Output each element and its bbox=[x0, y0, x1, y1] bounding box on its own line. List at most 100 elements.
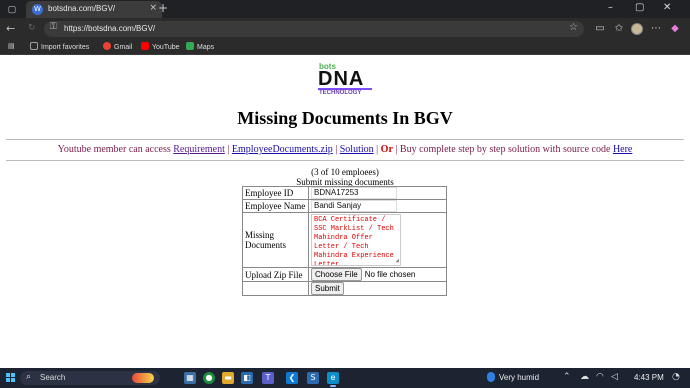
row-upload: Upload Zip File Choose File No file chose… bbox=[242, 267, 447, 282]
windows-logo-pane bbox=[11, 373, 15, 377]
close-tab-icon[interactable]: × bbox=[149, 3, 157, 13]
missing-documents-label: Missing Documents bbox=[242, 212, 309, 268]
windows-logo-pane bbox=[6, 378, 10, 382]
bookmarks-bar: ▤ Import favorites Gmail YouTube Maps bbox=[0, 40, 690, 55]
browser-tab-bar: ▢ W botsdna.com/BGV/ × + – ▢ ✕ bbox=[0, 0, 690, 18]
weather-drop-icon bbox=[487, 372, 495, 382]
url-text: https://botsdna.com/BGV/ bbox=[64, 24, 156, 33]
search-label: Search bbox=[40, 373, 66, 382]
close-window-icon[interactable]: ✕ bbox=[663, 2, 671, 13]
windows-logo-pane bbox=[6, 373, 10, 377]
missing-documents-form: Employee ID BDNA17253 Employee Name Band… bbox=[242, 186, 447, 296]
separator: | bbox=[224, 144, 232, 155]
tray-overflow-icon[interactable]: ⌃ bbox=[563, 372, 571, 382]
missing-documents-textarea[interactable]: BCA Certificate / SSC MarkList / Tech Ma… bbox=[311, 214, 401, 266]
taskbar-clock[interactable]: 4:43 PM bbox=[634, 373, 664, 382]
maps-icon bbox=[186, 42, 194, 50]
youtube-icon bbox=[141, 42, 149, 50]
refresh-icon[interactable]: ↻ bbox=[28, 23, 36, 33]
here-link[interactable]: Here bbox=[613, 144, 632, 155]
file-explorer-icon[interactable]: ▬ bbox=[222, 372, 234, 384]
windows-taskbar: ⌕ Search ▦ ● ▬ ◧ T ❮ S e Very humid ⌃ ☁ … bbox=[0, 368, 690, 388]
weather-widget[interactable]: Very humid bbox=[487, 372, 539, 382]
cloud-icon[interactable]: ☁ bbox=[580, 372, 589, 382]
store-icon[interactable]: ◧ bbox=[241, 372, 253, 384]
page-title: Missing Documents In BGV bbox=[237, 108, 453, 128]
profile-avatar[interactable] bbox=[631, 23, 643, 35]
bookmark-import-favorites[interactable]: Import favorites bbox=[30, 42, 89, 51]
bookmark-gmail[interactable]: Gmail bbox=[103, 42, 132, 51]
missing-documents-text: BCA Certificate / SSC MarkList / Tech Ma… bbox=[314, 216, 394, 266]
split-screen-icon[interactable]: ▭ bbox=[594, 23, 606, 35]
wifi-icon[interactable]: ◠ bbox=[596, 372, 604, 382]
search-icon: ⌕ bbox=[26, 372, 32, 382]
divider-top bbox=[6, 139, 684, 140]
submit-button[interactable]: Submit bbox=[311, 282, 344, 295]
employee-id-cell: BDNA17253 bbox=[308, 186, 447, 200]
address-bar-row: ← ↻ ⚿ https://botsdna.com/BGV/ ☆ ▭ ✩ ⋯ ◆ bbox=[0, 18, 690, 40]
favorite-star-icon[interactable]: ☆ bbox=[569, 22, 578, 33]
employee-count: (3 of 10 emploees) bbox=[311, 167, 379, 177]
wordpress-favicon-icon: W bbox=[32, 4, 43, 15]
url-field[interactable]: ⚿ https://botsdna.com/BGV/ ☆ bbox=[44, 21, 584, 37]
task-view-icon[interactable]: ▦ bbox=[184, 372, 196, 384]
more-menu-icon[interactable]: ⋯ bbox=[650, 23, 662, 35]
weather-text: Very humid bbox=[499, 373, 540, 382]
row-missing-documents: Missing Documents BCA Certificate / SSC … bbox=[242, 212, 447, 268]
notification-bell-icon[interactable]: ◔ bbox=[672, 372, 680, 382]
taskbar-search[interactable]: ⌕ Search bbox=[20, 371, 160, 385]
employee-id-field[interactable]: BDNA17253 bbox=[311, 187, 397, 199]
row-employee-name: Employee Name Bandi Sanjay bbox=[242, 199, 447, 213]
chrome-icon[interactable]: ● bbox=[203, 372, 215, 384]
employee-name-label: Employee Name bbox=[242, 199, 309, 213]
maximize-icon[interactable]: ▢ bbox=[635, 2, 644, 13]
lock-icon: ⚿ bbox=[50, 22, 57, 32]
teams-icon[interactable]: T bbox=[262, 372, 274, 384]
employee-id-label: Employee ID bbox=[242, 186, 309, 200]
requirement-link[interactable]: Requirement bbox=[173, 144, 225, 155]
row-employee-id: Employee ID BDNA17253 bbox=[242, 186, 447, 200]
divider-bottom bbox=[6, 160, 684, 161]
submit-cell: Submit bbox=[308, 281, 447, 296]
separator: | bbox=[332, 144, 340, 155]
workspaces-icon[interactable]: ▢ bbox=[6, 3, 18, 15]
employee-name-field[interactable]: Bandi Sanjay bbox=[311, 200, 397, 212]
botsdna-logo: bots DNA TECHNOLOGY bbox=[318, 62, 374, 96]
minimize-icon[interactable]: – bbox=[608, 2, 613, 13]
youtube-member-text: Youtube member can access bbox=[57, 144, 174, 155]
buy-solution-text: Buy complete step by step solution with … bbox=[399, 144, 613, 155]
studio-icon[interactable]: S bbox=[307, 372, 319, 384]
copilot-icon[interactable]: ◆ bbox=[669, 23, 681, 35]
back-arrow-icon[interactable]: ← bbox=[6, 22, 15, 35]
active-app-indicator bbox=[330, 385, 336, 387]
vscode-icon[interactable]: ❮ bbox=[286, 372, 298, 384]
import-icon bbox=[30, 42, 38, 50]
favorites-icon[interactable]: ✩ bbox=[613, 23, 625, 35]
windows-logo-pane bbox=[11, 378, 15, 382]
file-status-text: No file chosen bbox=[364, 270, 416, 279]
volume-icon[interactable]: ◁ bbox=[611, 372, 618, 382]
gmail-icon bbox=[103, 42, 111, 50]
new-tab-button[interactable]: + bbox=[158, 1, 168, 15]
resize-grip-icon[interactable]: ◢ bbox=[395, 256, 399, 265]
choose-file-button[interactable]: Choose File bbox=[311, 268, 362, 281]
upload-cell: Choose File No file chosen bbox=[308, 267, 447, 282]
upload-zip-label: Upload Zip File bbox=[242, 267, 309, 282]
search-highlight-image bbox=[132, 373, 154, 383]
start-button[interactable] bbox=[6, 373, 16, 383]
bookmark-maps[interactable]: Maps bbox=[186, 42, 214, 51]
bookmark-youtube[interactable]: YouTube bbox=[141, 42, 180, 51]
employee-name-cell: Bandi Sanjay bbox=[308, 199, 447, 213]
browser-tab[interactable]: W botsdna.com/BGV/ × bbox=[26, 1, 162, 18]
tab-title: botsdna.com/BGV/ bbox=[48, 4, 116, 13]
solution-link[interactable]: Solution bbox=[340, 144, 374, 155]
collections-icon[interactable]: ▤ bbox=[8, 42, 15, 50]
or-text: Or bbox=[380, 144, 393, 155]
separator: | bbox=[392, 144, 400, 155]
employee-documents-zip-link[interactable]: EmployeeDocuments.zip bbox=[232, 144, 333, 155]
logo-technology-text: TECHNOLOGY bbox=[319, 90, 362, 96]
resource-links-line: Youtube member can access Requirement | … bbox=[0, 144, 690, 155]
empty-cell bbox=[242, 281, 309, 296]
edge-icon[interactable]: e bbox=[327, 372, 339, 384]
row-submit: Submit bbox=[242, 281, 447, 296]
